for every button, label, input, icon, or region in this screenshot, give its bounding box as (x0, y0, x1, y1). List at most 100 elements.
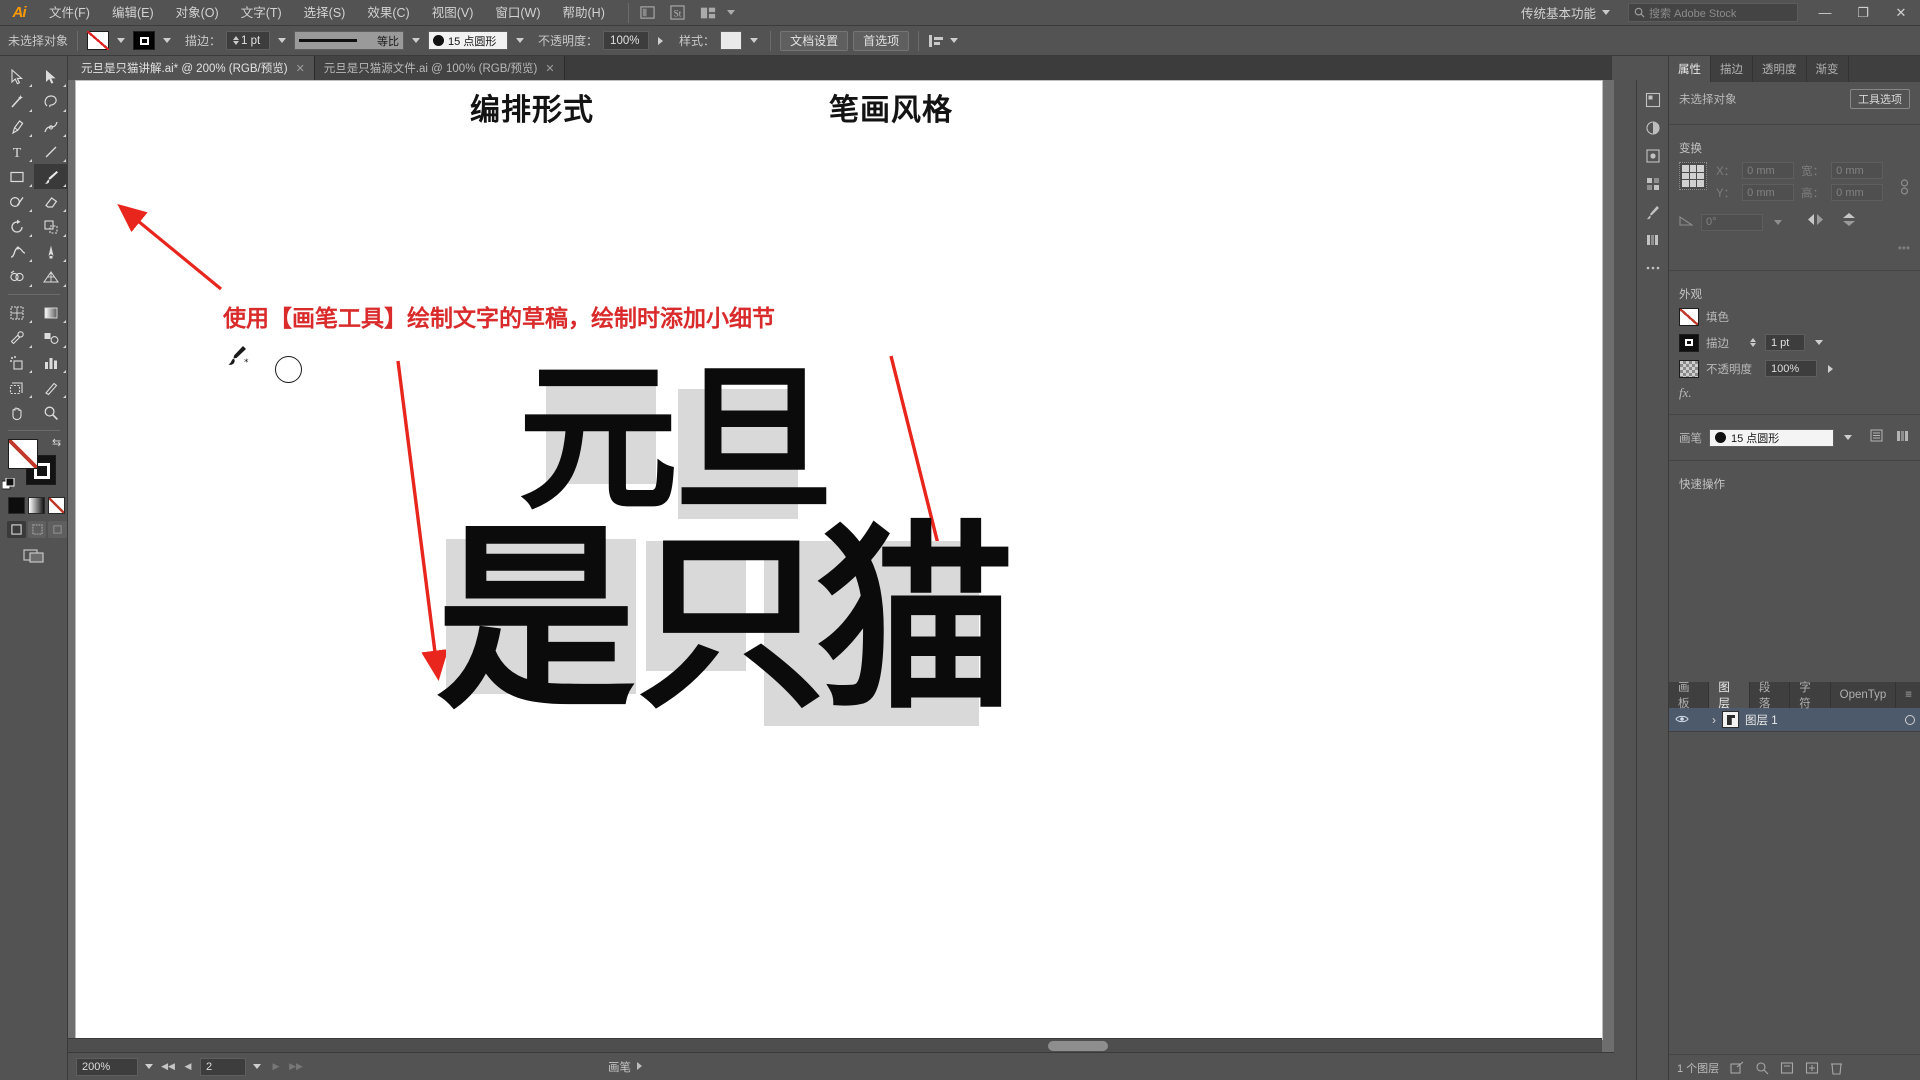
appearance-stroke-swatch[interactable] (1679, 333, 1699, 352)
align-chevron-icon[interactable] (947, 31, 961, 50)
document-setup-button[interactable]: 文档设置 (780, 30, 849, 51)
tool-options-button[interactable]: 工具选项 (1850, 89, 1910, 109)
document-tab-1[interactable]: 元旦是只猫源文件.ai @ 100% (RGB/预览) ✕ (314, 56, 565, 80)
style-chevron-icon[interactable] (747, 31, 761, 50)
arrange-documents-icon[interactable] (693, 0, 723, 26)
tab-opentype[interactable]: OpenTyp (1831, 682, 1897, 708)
zoom-level-input[interactable]: 200% (76, 1057, 138, 1076)
scale-tool[interactable] (34, 214, 68, 239)
artboard-number-input[interactable]: 2 (200, 1057, 246, 1076)
window-close-button[interactable]: ✕ (1882, 0, 1920, 26)
none-mode-button[interactable] (48, 497, 65, 514)
make-clipping-mask-icon[interactable] (1730, 1061, 1744, 1075)
tab-transparency[interactable]: 透明度 (1753, 56, 1807, 82)
status-current-tool[interactable]: 画笔 (608, 1059, 643, 1075)
artboard-tool[interactable] (0, 375, 34, 400)
draw-normal-button[interactable] (7, 521, 26, 538)
stock-search-input[interactable]: 搜索 Adobe Stock (1628, 3, 1798, 22)
tab-character[interactable]: 字符 (1790, 682, 1831, 710)
transform-h-input[interactable]: 0 mm (1831, 184, 1884, 201)
transform-w-input[interactable]: 0 mm (1831, 162, 1884, 179)
layer-name[interactable]: 图层 1 (1745, 712, 1778, 728)
blend-tool[interactable] (34, 325, 68, 350)
brush-options-icon[interactable] (1870, 429, 1883, 447)
tab-stroke[interactable]: 描边 (1711, 56, 1753, 82)
document-tab-1-close-icon[interactable]: ✕ (545, 62, 554, 75)
canvas-area[interactable]: 编排形式 笔画风格 使用【画笔工具】绘制文字的草稿，绘制时添加小细节 * 元 旦… (68, 80, 1614, 1052)
stroke-color-swatch[interactable] (133, 31, 156, 50)
brush-definition-select[interactable]: 15 点圆形 (428, 31, 509, 50)
libraries-panel-icon[interactable] (1637, 226, 1669, 254)
first-artboard-button[interactable]: ◀◀ (160, 1058, 176, 1076)
selection-tool[interactable] (0, 64, 34, 89)
align-control[interactable] (928, 31, 961, 50)
default-fill-stroke-icon[interactable] (1, 477, 15, 491)
angle-chevron-icon[interactable] (1771, 213, 1785, 232)
reference-point-selector[interactable] (1679, 162, 1707, 190)
magic-wand-tool[interactable] (0, 89, 34, 114)
menu-view[interactable]: 视图(V) (421, 0, 485, 26)
graphic-style-swatch[interactable] (720, 31, 743, 50)
layers-panel-menu-icon[interactable]: ≡ (1896, 682, 1920, 708)
status-tool-chevron-icon[interactable] (636, 1061, 643, 1073)
eyedropper-tool[interactable] (0, 325, 34, 350)
rotate-tool[interactable] (0, 214, 34, 239)
last-artboard-button[interactable]: ▶▶ (288, 1058, 304, 1076)
flip-vertical-icon[interactable] (1842, 212, 1856, 232)
appearance-opacity-swatch[interactable] (1679, 359, 1699, 378)
appearance-fx-button[interactable]: fx. (1679, 385, 1692, 401)
appearance-opacity-options-icon[interactable] (1824, 359, 1838, 378)
perspective-grid-tool[interactable] (34, 264, 68, 289)
transform-x-input[interactable]: 0 mm (1742, 162, 1795, 179)
bridge-icon[interactable] (633, 0, 663, 26)
gradient-mode-button[interactable] (28, 497, 45, 514)
workspace-chevron-icon[interactable] (1602, 8, 1620, 18)
tab-layers[interactable]: 图层 (1709, 682, 1750, 710)
color-mode-button[interactable] (8, 497, 25, 514)
layer-visibility-icon[interactable] (1675, 711, 1689, 729)
tab-gradient[interactable]: 渐变 (1807, 56, 1849, 82)
next-artboard-button[interactable]: ▶ (268, 1058, 284, 1076)
stroke-weight-stepper[interactable] (233, 36, 240, 45)
create-new-layer-icon[interactable] (1805, 1061, 1819, 1075)
symbols-panel-icon[interactable] (1637, 142, 1669, 170)
shape-builder-tool[interactable] (0, 264, 34, 289)
document-tab-0-close-icon[interactable]: ✕ (296, 62, 305, 75)
appearance-stroke-row[interactable]: 描边 1 pt (1679, 333, 1910, 352)
brushes-panel-icon[interactable] (1637, 198, 1669, 226)
make-release-icon[interactable] (1755, 1061, 1769, 1075)
stroke-weight-input[interactable]: 1 pt (226, 31, 271, 50)
menu-help[interactable]: 帮助(H) (552, 0, 616, 26)
create-sublayer-icon[interactable] (1780, 1061, 1794, 1075)
zoom-chevron-icon[interactable] (142, 1057, 156, 1076)
mesh-tool[interactable] (0, 300, 34, 325)
preferences-button[interactable]: 首选项 (853, 30, 910, 51)
swatches-panel-icon[interactable] (1637, 170, 1669, 198)
layer-expand-icon[interactable]: › (1712, 713, 1716, 727)
layer-row[interactable]: › 图层 1 (1669, 708, 1920, 732)
stock-icon[interactable]: St (663, 0, 693, 26)
appearance-opacity-row[interactable]: 不透明度 100% (1679, 359, 1910, 378)
constrain-proportions-icon[interactable] (1899, 162, 1910, 201)
artwork-calligraphy[interactable]: 元 旦 是 只 猫 (436, 359, 1066, 801)
window-minimize-button[interactable]: — (1806, 0, 1844, 26)
swap-fill-stroke-icon[interactable]: ⇆ (52, 437, 64, 449)
brush-libraries-icon[interactable] (1896, 429, 1910, 447)
type-tool[interactable]: T (0, 139, 34, 164)
draw-behind-button[interactable] (27, 521, 47, 538)
transform-angle-input[interactable]: 0° (1701, 213, 1763, 231)
hand-tool[interactable] (0, 400, 34, 425)
menu-edit[interactable]: 编辑(E) (101, 0, 165, 26)
document-tab-0[interactable]: 元旦是只猫讲解.ai* @ 200% (RGB/预览) ✕ (72, 56, 315, 80)
variable-width-profile-select[interactable]: 等比 (294, 31, 405, 50)
stroke-chevron-icon[interactable] (160, 31, 174, 50)
menu-effect[interactable]: 效果(C) (356, 0, 420, 26)
appearance-stroke-chevron-icon[interactable] (1812, 333, 1826, 352)
rectangle-tool[interactable] (0, 164, 34, 189)
color-panel-icon[interactable] (1637, 86, 1669, 114)
menu-file[interactable]: 文件(F) (38, 0, 101, 26)
menu-type[interactable]: 文字(T) (230, 0, 293, 26)
direct-selection-tool[interactable] (34, 64, 68, 89)
toolbar-fill-swatch[interactable] (8, 439, 38, 469)
fill-color-swatch[interactable] (87, 31, 110, 50)
